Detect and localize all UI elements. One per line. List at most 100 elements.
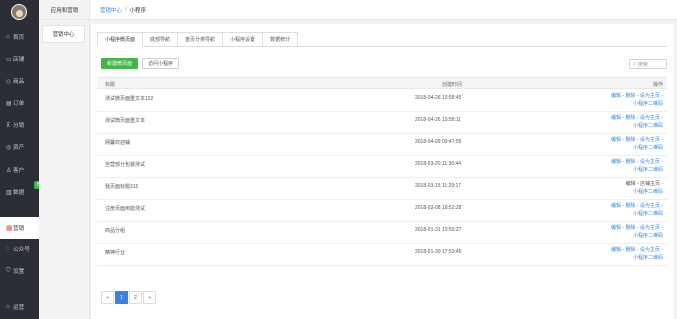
- search-input[interactable]: ⌕ 搜索: [629, 59, 667, 69]
- main-panel: 小程序微页面 底部导航 首页分类导航 小程序设置 数据统计 新建微页面 访问小程…: [91, 24, 673, 319]
- header-ops: 操作: [652, 82, 663, 88]
- table-row: 注册页面用能测试 2018-03-08 18:52:28 编辑 - 删除 - 设为主…: [97, 200, 667, 222]
- sub-sidebar: 应用和营销 营销中心: [39, 0, 90, 319]
- table-row: 网馨欢迎辅 2018-04-09 09:47:55 编辑 - 删除 - 设为主页 -…: [97, 134, 667, 156]
- share-icon: ⊼: [6, 122, 11, 129]
- new-page-button[interactable]: 新建微页面: [101, 58, 139, 69]
- sidebar-item-8[interactable]: ▦ 营销: [0, 217, 39, 239]
- header-title: 标题: [105, 82, 116, 88]
- prev-page-button[interactable]: «: [101, 291, 114, 304]
- sidebar-item-label: 分销: [13, 123, 25, 129]
- sub-sidebar-title: 应用和营销: [39, 0, 90, 20]
- table-row: 我页面标题315 2018-03-15 11:29:17 编辑 - 店铺主页 - 小程…: [97, 178, 667, 200]
- row-action-links[interactable]: 编辑 - 删除 - 设为主页 -: [611, 225, 663, 233]
- tag-icon: ◇: [6, 78, 11, 85]
- qr-code-link[interactable]: 小程序二维码: [611, 167, 663, 175]
- row-action-links[interactable]: 编辑 - 删除 - 设为主页 -: [611, 203, 663, 211]
- sidebar-item-2[interactable]: ◇ 商品: [0, 70, 39, 92]
- sidebar-item-label: 资产: [13, 145, 25, 151]
- sidebar-item-4[interactable]: ⊼ 分销: [0, 114, 39, 136]
- sidebar-item-11[interactable]: ⌂ 运营: [0, 296, 39, 318]
- row-title[interactable]: 精神行业: [105, 249, 125, 256]
- sidebar-item-5[interactable]: ◎ 资产: [0, 136, 39, 158]
- qr-code-link[interactable]: 小程序二维码: [611, 101, 663, 109]
- row-created-time: 2018-01-31 13:59:27: [415, 227, 462, 233]
- visit-mini-program-button[interactable]: 访问小程序: [142, 58, 180, 69]
- row-actions: 编辑 - 删除 - 设为主页 - 小程序二维码: [611, 247, 663, 262]
- tab-mini-program-settings[interactable]: 小程序设置: [222, 32, 264, 47]
- breadcrumb-link[interactable]: 营销中心: [100, 6, 122, 14]
- table-row: 精神行业 2018-01-30 17:53:45 编辑 - 删除 - 设为主页 -小…: [97, 244, 667, 266]
- page-1-button[interactable]: 1: [115, 291, 128, 304]
- qr-code-link[interactable]: 小程序二维码: [611, 211, 663, 219]
- tab-home-category-nav[interactable]: 首页分类导航: [177, 32, 224, 47]
- breadcrumb-separator: /: [125, 6, 127, 13]
- sidebar-item-9[interactable]: ◌ 公众号: [0, 238, 39, 260]
- row-action-links[interactable]: 编辑 - 删除 - 设为主页 -: [611, 247, 663, 255]
- tab-statistics[interactable]: 数据统计: [262, 32, 299, 47]
- pagination: « 1 2 »: [101, 291, 157, 304]
- row-title[interactable]: 商品分组: [105, 227, 125, 234]
- sidebar-item-label: 营销: [13, 226, 25, 232]
- qr-code-link[interactable]: 小程序二维码: [626, 189, 663, 197]
- row-actions: 编辑 - 删除 - 设为主页 - 小程序二维码: [611, 203, 663, 218]
- breadcrumb-current: 小程序: [129, 7, 147, 14]
- qr-code-link[interactable]: 小程序二维码: [611, 255, 663, 263]
- row-action-links[interactable]: 编辑 - 删除 - 设为主页 -: [611, 137, 663, 145]
- sidebar-item-1[interactable]: ▭ 店铺: [0, 48, 39, 70]
- store-icon: ▭: [6, 56, 12, 63]
- page-2-button[interactable]: 2: [129, 291, 142, 304]
- header-created: 创建时间: [442, 82, 463, 88]
- row-actions: 编辑 - 删除 - 设为主页 - 小程序二维码: [611, 137, 663, 152]
- breadcrumb: 营销中心 / 小程序: [90, 0, 677, 20]
- qr-code-link[interactable]: 小程序二维码: [611, 123, 663, 131]
- table-header: 标题 创建时间 操作: [97, 77, 667, 89]
- row-title[interactable]: 注册页面用能测试: [105, 205, 145, 212]
- row-title[interactable]: 我页面标题315: [105, 183, 138, 190]
- row-action-links[interactable]: 编辑 - 删除 - 设为主页 -: [611, 159, 663, 167]
- next-page-button[interactable]: »: [143, 291, 156, 304]
- row-actions: 编辑 - 删除 - 设为主页 - 小程序二维码: [611, 225, 663, 240]
- row-action-links[interactable]: 编辑 - 删除 - 设为主页 -: [611, 115, 663, 123]
- sidebar-item-0[interactable]: ⌂ 首页: [0, 26, 39, 48]
- store-avatar[interactable]: [11, 4, 27, 20]
- row-created-time: 2018-04-09 09:47:55: [415, 139, 462, 145]
- tab-bottom-nav[interactable]: 底部导航: [142, 32, 179, 47]
- sidebar-item-label: 首页: [13, 35, 25, 41]
- sidebar-item-label: 公众号: [13, 247, 30, 253]
- app-root: ⌂首页▭店铺◇商品▤订单⊼分销◎资产♙客户▥数据▦营销◌公众号⛉设置⌂运营 Be…: [0, 0, 677, 319]
- tab-mini-program-pages[interactable]: 小程序微页面: [97, 32, 144, 47]
- sidebar-item-6[interactable]: ♙ 客户: [0, 159, 39, 181]
- chart-icon: ▥: [6, 189, 12, 196]
- sidebar-item-10[interactable]: ⛉ 设置: [0, 260, 39, 282]
- marketing-icon: ▦: [6, 225, 13, 232]
- sub-sidebar-item-marketing-center[interactable]: 营销中心: [42, 25, 85, 43]
- sidebar-item-3[interactable]: ▤ 订单: [0, 92, 39, 114]
- sidebar-item-label: 店铺: [13, 57, 25, 63]
- operation-icon: ⌂: [6, 304, 10, 310]
- row-created-time: 2018-01-30 17:53:45: [415, 249, 462, 255]
- row-action-links[interactable]: 编辑 - 店铺主页 -: [626, 181, 664, 189]
- sidebar-item-label: 设置: [13, 269, 25, 275]
- order-icon: ▤: [6, 100, 12, 107]
- qr-code-link[interactable]: 小程序二维码: [611, 233, 663, 241]
- row-created-time: 2018-03-15 11:29:17: [415, 183, 462, 189]
- row-title[interactable]: 自营部分包装测试: [105, 161, 145, 168]
- row-title[interactable]: 网馨欢迎辅: [105, 139, 130, 146]
- row-created-time: 2018-04-26 13:58:45: [415, 95, 462, 101]
- row-actions: 编辑 - 删除 - 设为主页 - 小程序二维码: [611, 115, 663, 130]
- qr-code-link[interactable]: 小程序二维码: [611, 145, 663, 153]
- table-row: 商品分组 2018-01-31 13:59:27 编辑 - 删除 - 设为主页 -小…: [97, 222, 667, 244]
- table-row: 测试微页面重文本 2018-04-26 13:58:11 编辑 - 删除 - 设为主…: [97, 112, 667, 134]
- settings-icon: ⛉: [6, 267, 11, 274]
- sidebar-item-label: 客户: [13, 168, 25, 174]
- main-sidebar: ⌂首页▭店铺◇商品▤订单⊼分销◎资产♙客户▥数据▦营销◌公众号⛉设置⌂运营 Be…: [0, 0, 51, 319]
- row-action-links[interactable]: 编辑 - 删除 - 设为主页 -: [611, 93, 663, 101]
- row-title[interactable]: 测试微页面重文本132: [105, 95, 153, 102]
- row-title[interactable]: 测试微页面重文本: [105, 117, 145, 124]
- row-actions: 编辑 - 删除 - 设为主页 - 小程序二维码: [611, 93, 663, 108]
- user-icon: ♙: [6, 167, 12, 174]
- home-icon: ⌂: [6, 34, 10, 40]
- wechat-icon: ◌: [6, 246, 10, 252]
- row-actions: 编辑 - 店铺主页 - 小程序二维码: [626, 181, 664, 196]
